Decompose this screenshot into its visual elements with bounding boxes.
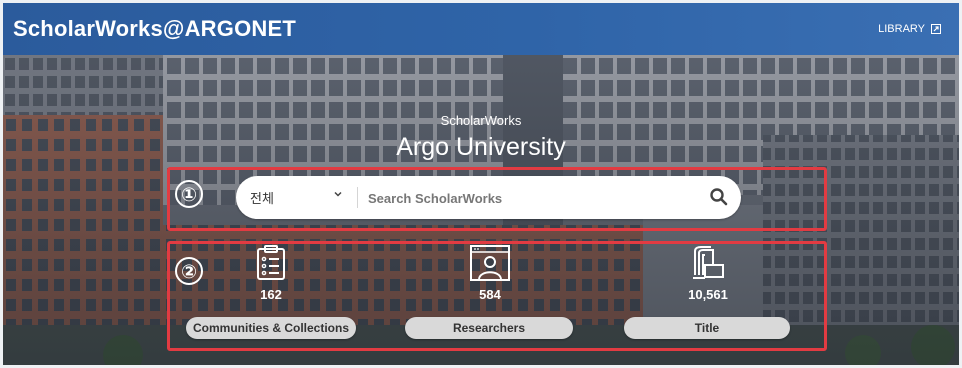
search-icon[interactable] [709, 187, 729, 207]
researchers-button[interactable]: Researchers [405, 317, 573, 339]
stat-count: 10,561 [688, 287, 728, 302]
search-bar: 전체 [236, 176, 741, 219]
hero-title: Argo University [396, 133, 566, 161]
hero-section: ScholarWorks Argo University ① 전체 ② [3, 55, 959, 365]
search-input[interactable] [366, 184, 690, 212]
site-logo[interactable]: ScholarWorks@ARGONET [13, 16, 296, 42]
communities-collections-button[interactable]: Communities & Collections [186, 317, 356, 339]
stat-communities: 162 [186, 245, 356, 302]
stat-count: 162 [260, 287, 282, 302]
top-header-bar: ScholarWorks@ARGONET LIBRARY [3, 3, 959, 55]
stat-count: 584 [479, 287, 501, 302]
page-frame: ScholarWorks@ARGONET LIBRARY ScholarWork… [3, 3, 959, 365]
annotation-number-1: ① [175, 180, 203, 208]
stat-researchers: 584 [405, 245, 575, 302]
title-button[interactable]: Title [624, 317, 790, 339]
chevron-down-icon[interactable] [333, 189, 343, 199]
library-link-label[interactable]: LIBRARY [878, 23, 925, 35]
hero-subtitle: ScholarWorks [440, 113, 522, 128]
researcher-portrait-icon [470, 245, 510, 281]
clipboard-list-icon [257, 245, 285, 280]
stat-titles: 10,561 [623, 245, 793, 302]
search-scope-select[interactable]: 전체 [250, 188, 274, 207]
documents-stack-icon [693, 246, 724, 279]
external-link-icon [931, 24, 941, 34]
search-divider [357, 187, 358, 208]
library-link[interactable]: LIBRARY [878, 23, 941, 35]
